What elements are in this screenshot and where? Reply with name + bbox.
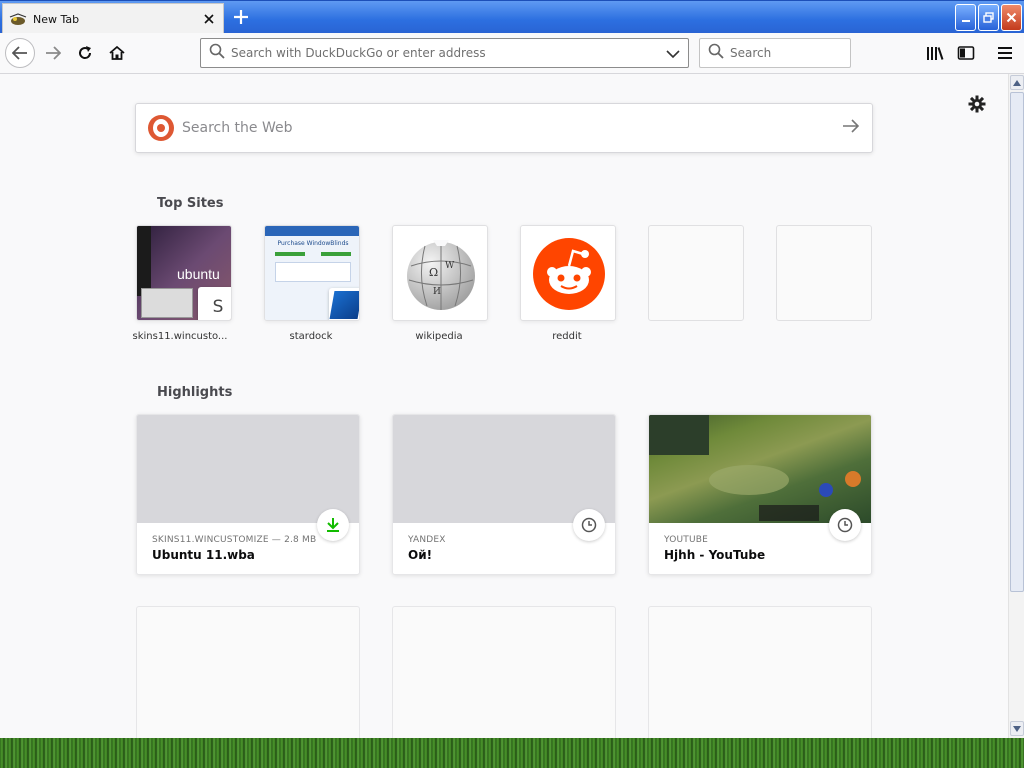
card-source: YANDEX <box>408 535 446 545</box>
search-input[interactable] <box>730 46 880 60</box>
card-thumbnail <box>393 415 615 523</box>
stardock-thumbnail-text: Purchase WindowBlinds <box>277 240 349 247</box>
youtube-game-thumbnail <box>649 415 871 523</box>
navigation-toolbar <box>0 33 1024 74</box>
top-sites-heading: Top Sites <box>157 196 224 211</box>
card-title: Ой! <box>408 548 433 562</box>
empty-highlight-slot <box>136 606 360 738</box>
sidebar-icon <box>957 46 975 60</box>
top-site-tile[interactable]: Purchase WindowBlinds <box>264 225 360 321</box>
tab-favicon-icon <box>9 12 27 26</box>
highlight-card[interactable]: YANDEX Ой! <box>392 414 616 575</box>
minimize-button[interactable] <box>955 4 976 31</box>
tab-new-tab[interactable]: New Tab <box>2 3 224 34</box>
address-input[interactable] <box>231 46 666 60</box>
back-arrow-icon <box>12 46 27 60</box>
home-icon <box>109 45 125 60</box>
search-box[interactable] <box>699 38 880 68</box>
library-icon <box>927 47 944 60</box>
close-window-button[interactable] <box>1001 4 1022 31</box>
svg-text:W: W <box>445 261 455 271</box>
top-site-label[interactable]: reddit <box>512 331 622 342</box>
reddit-logo-icon <box>531 236 607 316</box>
desktop-wallpaper <box>0 738 1024 768</box>
web-search-box[interactable] <box>135 103 873 153</box>
card-source: YOUTUBE <box>664 535 709 545</box>
restore-button[interactable] <box>978 4 999 31</box>
svg-text:Ω: Ω <box>429 266 438 279</box>
new-tab-button[interactable] <box>229 5 253 29</box>
web-search-input[interactable] <box>182 120 842 136</box>
highlight-card[interactable]: YOUTUBE Hjhh - YouTube <box>648 414 872 575</box>
clock-icon <box>829 509 861 541</box>
sidebar-button[interactable] <box>951 39 981 67</box>
top-site-tile[interactable]: Ω W И <box>392 225 488 321</box>
card-thumbnail <box>137 415 359 523</box>
chevron-down-icon[interactable] <box>666 44 680 63</box>
empty-top-site-slot <box>776 225 872 321</box>
empty-highlight-slot <box>392 606 616 738</box>
tab-title: New Tab <box>33 12 80 26</box>
address-bar[interactable] <box>200 38 689 68</box>
menu-button[interactable] <box>990 39 1020 67</box>
top-site-tile[interactable]: ubuntu S <box>136 225 232 321</box>
top-site-label[interactable]: stardock <box>256 331 366 342</box>
new-tab-page: Top Sites ubuntu S skins11.wincusto... P… <box>0 74 1008 738</box>
clock-icon <box>573 509 605 541</box>
scroll-down-icon[interactable] <box>1010 721 1024 736</box>
stardock-logo-icon <box>329 288 359 320</box>
download-icon <box>317 509 349 541</box>
arrow-right-icon[interactable] <box>842 118 860 138</box>
back-button[interactable] <box>5 38 35 68</box>
top-site-tile[interactable] <box>520 225 616 321</box>
ubuntu-thumbnail-text: ubuntu <box>177 266 220 282</box>
wikipedia-globe-icon: Ω W И <box>403 236 479 316</box>
card-title: Ubuntu 11.wba <box>152 548 255 562</box>
site-initial-badge: S <box>198 287 231 320</box>
card-title: Hjhh - YouTube <box>664 548 766 562</box>
svg-text:И: И <box>433 287 441 297</box>
forward-arrow-icon <box>46 46 61 60</box>
highlights-heading: Highlights <box>157 385 233 400</box>
close-tab-icon[interactable] <box>201 11 217 27</box>
vertical-scrollbar[interactable] <box>1008 74 1024 738</box>
highlight-card[interactable]: SKINS11.WINCUSTOMIZE — 2.8 MB Ubuntu 11.… <box>136 414 360 575</box>
tab-strip: New Tab <box>0 0 1024 34</box>
top-site-label[interactable]: skins11.wincusto... <box>125 331 235 342</box>
home-button[interactable] <box>102 39 132 67</box>
search-icon <box>708 43 724 63</box>
card-source: SKINS11.WINCUSTOMIZE — 2.8 MB <box>152 535 317 545</box>
reload-icon <box>79 46 92 59</box>
hamburger-menu-icon <box>998 47 1012 59</box>
search-icon <box>209 43 225 63</box>
top-site-label[interactable]: wikipedia <box>384 331 494 342</box>
scrollbar-thumb[interactable] <box>1010 92 1024 592</box>
gear-icon[interactable] <box>967 94 987 114</box>
empty-highlight-slot <box>648 606 872 738</box>
duckduckgo-logo-icon <box>148 115 174 141</box>
library-button[interactable] <box>920 39 950 67</box>
forward-button[interactable] <box>38 39 68 67</box>
empty-top-site-slot <box>648 225 744 321</box>
scroll-up-icon[interactable] <box>1010 75 1024 90</box>
reload-button[interactable] <box>70 39 100 67</box>
